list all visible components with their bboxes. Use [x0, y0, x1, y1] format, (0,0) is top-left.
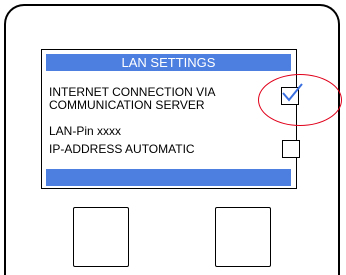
screen-title-bar: LAN SETTINGS: [46, 54, 291, 71]
left-hardware-button[interactable]: [73, 207, 129, 267]
screen-footer-bar: [46, 169, 291, 186]
lan-settings-screen: LAN SETTINGS INTERNET CONNECTION VIA COM…: [41, 49, 303, 189]
right-hardware-button[interactable]: [215, 207, 271, 267]
ip-address-automatic-checkbox[interactable]: [282, 140, 300, 158]
internet-connection-line2: COMMUNICATION SERVER: [49, 98, 205, 112]
checkbox-highlight-circle: [258, 74, 342, 126]
internet-connection-label: INTERNET CONNECTION VIA COMMUNICATION SE…: [49, 86, 215, 112]
ip-address-automatic-label: IP-ADDRESS AUTOMATIC: [49, 142, 195, 156]
lan-pin-label: LAN-Pin xxxx: [49, 124, 122, 138]
screen-title: LAN SETTINGS: [121, 55, 216, 70]
